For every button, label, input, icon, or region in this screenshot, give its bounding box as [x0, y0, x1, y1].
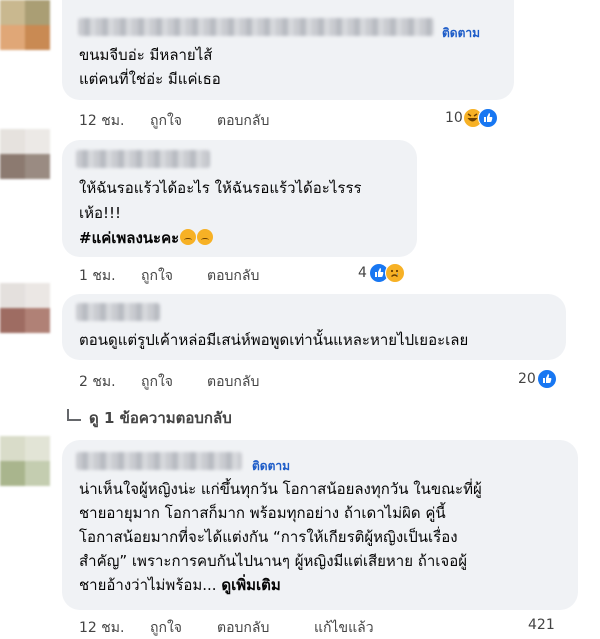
- comment-actions: 12 ชม. ถูกใจ ตอบกลับ: [79, 110, 379, 130]
- follow-button[interactable]: ติดตาม: [442, 24, 480, 43]
- reaction-summary[interactable]: 4: [358, 262, 407, 284]
- reaction-count: 4: [358, 265, 367, 281]
- view-replies-label: ดู 1 ข้อความตอบกลับ: [89, 409, 232, 427]
- reaction-count: 10: [445, 110, 463, 126]
- comment-actions: 2 ชม. ถูกใจ ตอบกลับ: [79, 371, 379, 391]
- comment-bubble: ติดตาม น่าเห็นใจผู้หญิงน่ะ แก่ขึ้นทุกวัน…: [62, 440, 578, 610]
- sad-icon: [384, 263, 405, 283]
- comment-bubble: ตอนดูแต่รูปเค้าหล่อมีเสน่ห์พอพูดเท่านั้น…: [62, 294, 566, 360]
- comment-text-line: ชายอ้างว่าไม่พร้อม... ดูเพิ่มเติม: [79, 573, 281, 597]
- commenter-name[interactable]: [78, 18, 434, 36]
- avatar[interactable]: [0, 283, 50, 333]
- see-more-link[interactable]: ดูเพิ่มเติม: [221, 576, 280, 594]
- like-icon: [536, 369, 557, 389]
- sad-emoji-icon: [180, 229, 197, 245]
- edited-label: แก้ไขแล้ว: [314, 620, 374, 636]
- comment-text-line: น่าเห็นใจผู้หญิงน่ะ แก่ขึ้นทุกวัน โอกาสน…: [79, 480, 482, 498]
- reaction-summary[interactable]: 421: [528, 614, 555, 636]
- reply-link[interactable]: ตอบกลับ: [217, 110, 269, 132]
- reply-link[interactable]: ตอบกลับ: [217, 617, 269, 639]
- comment-time[interactable]: 2 ชม.: [79, 371, 116, 393]
- comment-text-line: แต่คนที่ใช่อ่ะ มีแค่เธอ: [79, 70, 221, 88]
- comment-text-line: ชายอ้างว่าไม่พร้อม...: [79, 576, 217, 594]
- like-icon: [477, 108, 498, 128]
- avatar[interactable]: [0, 0, 50, 50]
- commenter-name[interactable]: [76, 303, 160, 321]
- comment-time[interactable]: 1 ชม.: [79, 265, 116, 287]
- reply-link[interactable]: ตอบกลับ: [207, 265, 259, 287]
- comment-text-line: ตอนดูแต่รูปเค้าหล่อมีเสน่ห์พอพูดเท่านั้น…: [79, 331, 469, 349]
- reaction-count: 20: [518, 371, 536, 387]
- comment-text-line: ขนมจีบอ่ะ มีหลายไส้: [79, 46, 213, 64]
- like-link[interactable]: ถูกใจ: [141, 265, 173, 287]
- comment-text-line: โอกาสน้อยมากที่จะได้แต่งกัน “การให้เกียร…: [79, 528, 458, 546]
- comment-bubble: ติดตาม ขนมจีบอ่ะ มีหลายไส้ แต่คนที่ใช่อ่…: [62, 0, 514, 100]
- hashtag-line: #แค่เพลงนะคะ: [79, 226, 214, 250]
- avatar[interactable]: [0, 129, 50, 179]
- comment-text-line: ให้ฉันรอแร้วได้อะไร ให้ฉันรอแร้วได้อะไรร…: [79, 179, 362, 197]
- comment-time[interactable]: 12 ชม.: [79, 110, 124, 132]
- sad-emoji-icon: [197, 229, 214, 245]
- like-link[interactable]: ถูกใจ: [150, 110, 182, 132]
- reply-arrow-icon: [67, 409, 81, 421]
- view-replies-link[interactable]: ดู 1 ข้อความตอบกลับ: [67, 406, 232, 430]
- comment-bubble: ให้ฉันรอแร้วได้อะไร ให้ฉันรอแร้วได้อะไรร…: [62, 140, 417, 257]
- like-link[interactable]: ถูกใจ: [141, 371, 173, 393]
- comment-actions: 12 ชม. ถูกใจ ตอบกลับ แก้ไขแล้ว: [79, 617, 399, 637]
- comment-time[interactable]: 12 ชม.: [79, 617, 124, 639]
- reaction-count: 421: [528, 617, 555, 633]
- comment-text-line: เห้อ!!!: [79, 204, 122, 222]
- comment-text-line: สำคัญ” เพราะการคบกันไปนานๆ ผู้หญิงมีแต่เ…: [79, 552, 467, 570]
- reaction-summary[interactable]: 20: [518, 368, 558, 390]
- comment-actions: 1 ชม. ถูกใจ ตอบกลับ: [79, 265, 379, 285]
- hashtag-link[interactable]: #แค่เพลงนะคะ: [79, 229, 179, 247]
- commenter-name[interactable]: [76, 452, 242, 470]
- commenter-name[interactable]: [76, 150, 210, 168]
- comment-text-line: ชายอายุมาก โอกาสก็มาก พร้อมทุกอย่าง ถ้าเ…: [79, 504, 446, 522]
- reply-link[interactable]: ตอบกลับ: [207, 371, 259, 393]
- follow-button[interactable]: ติดตาม: [252, 457, 290, 476]
- like-link[interactable]: ถูกใจ: [150, 617, 182, 639]
- avatar[interactable]: [0, 436, 50, 486]
- reaction-summary[interactable]: 10: [445, 107, 499, 129]
